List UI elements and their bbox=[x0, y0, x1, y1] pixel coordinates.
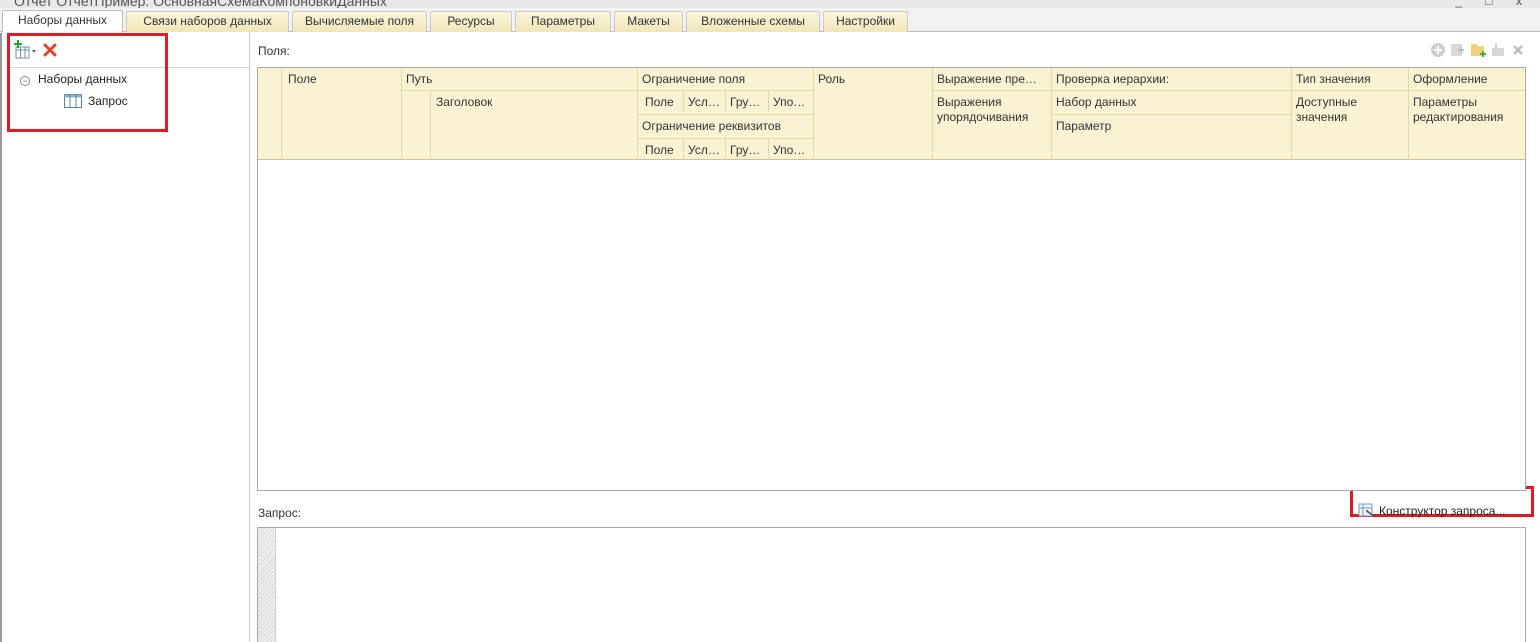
col-header-available-1[interactable]: Доступные bbox=[1293, 95, 1357, 110]
col-header-path[interactable]: Путь bbox=[403, 72, 432, 87]
tab-settings[interactable]: Настройки bbox=[823, 11, 908, 32]
restriction-sub-order[interactable]: Упо… bbox=[770, 95, 812, 110]
datasets-toolbar bbox=[14, 40, 74, 62]
add-folder-icon[interactable] bbox=[1450, 42, 1470, 62]
col-header-expression[interactable]: Выражение пре… bbox=[934, 72, 1052, 87]
delete-icon[interactable] bbox=[42, 42, 62, 62]
add-dataset-icon[interactable] bbox=[14, 40, 36, 60]
add-nested-icon[interactable] bbox=[1470, 42, 1490, 62]
datasets-panel: − Наборы данных Запрос bbox=[0, 33, 250, 642]
tab-bar: Наборы данных Связи наборов данных Вычис… bbox=[0, 8, 1540, 33]
col-header-value-type[interactable]: Тип значения bbox=[1293, 72, 1371, 87]
restriction-sub-group[interactable]: Гру… bbox=[727, 95, 767, 110]
delete-field-icon[interactable] bbox=[1510, 42, 1530, 62]
move-icon[interactable] bbox=[1490, 42, 1510, 62]
attr-restriction-sub-group[interactable]: Гру… bbox=[727, 143, 767, 158]
query-gutter bbox=[258, 528, 276, 642]
tab-nested-schemas[interactable]: Вложенные схемы bbox=[686, 11, 820, 32]
window-titlebar: Отчет ОтчетПример: ОсновнаяСхемаКомпонов… bbox=[0, 0, 1540, 8]
attr-restriction-sub-order[interactable]: Упо… bbox=[770, 143, 812, 158]
col-header-field[interactable]: Поле bbox=[285, 72, 317, 87]
col-header-parameter[interactable]: Параметр bbox=[1053, 119, 1111, 134]
query-constructor-button[interactable]: Конструктор запроса... bbox=[1358, 501, 1505, 521]
restriction-sub-condition[interactable]: Усл… bbox=[685, 95, 725, 110]
col-header-edit-params-1[interactable]: Параметры bbox=[1410, 95, 1477, 110]
table-icon bbox=[64, 94, 82, 113]
col-header-field-restriction[interactable]: Ограничение поля bbox=[639, 72, 745, 87]
col-header-attr-restriction[interactable]: Ограничение реквизитов bbox=[639, 119, 781, 134]
fields-grid-header: Поле Путь Заголовок Ограничение поля Пол… bbox=[258, 68, 1525, 160]
fields-toolbar bbox=[1430, 42, 1530, 60]
col-header-available-2: значения bbox=[1296, 110, 1348, 124]
datasets-tree: − Наборы данных Запрос bbox=[10, 67, 249, 642]
attr-restriction-sub-condition[interactable]: Усл… bbox=[685, 143, 725, 158]
window-controls[interactable]: _ □ x bbox=[1455, 0, 1532, 8]
collapse-icon[interactable]: − bbox=[20, 76, 30, 86]
col-header-order-expr-2: упорядочивания bbox=[937, 110, 1029, 124]
tab-templates[interactable]: Макеты bbox=[614, 11, 683, 32]
col-header-role[interactable]: Роль bbox=[815, 72, 845, 87]
col-header-hierarchy-check[interactable]: Проверка иерархии: bbox=[1053, 72, 1169, 87]
fields-label: Поля: bbox=[258, 44, 290, 58]
query-label: Запрос: bbox=[258, 506, 302, 520]
tab-calculated-fields[interactable]: Вычисляемые поля bbox=[292, 11, 427, 32]
restriction-sub-field[interactable]: Поле bbox=[642, 95, 682, 110]
tab-datasets[interactable]: Наборы данных bbox=[2, 10, 123, 33]
tree-item-datasets[interactable]: − Наборы данных bbox=[20, 70, 127, 88]
tree-item-query[interactable]: Запрос bbox=[64, 92, 128, 110]
col-header-edit-params-2: редактирования bbox=[1413, 110, 1504, 124]
col-header-dataset[interactable]: Набор данных bbox=[1053, 95, 1136, 110]
col-header-order-expr-1[interactable]: Выражения bbox=[934, 95, 1002, 110]
window-title: Отчет ОтчетПример: ОсновнаяСхемаКомпонов… bbox=[14, 0, 387, 8]
tree-item-label: Наборы данных bbox=[38, 72, 128, 86]
add-field-icon[interactable] bbox=[1430, 42, 1450, 62]
constructor-label: Конструктор запроса... bbox=[1379, 504, 1506, 518]
attr-restriction-sub-field[interactable]: Поле bbox=[642, 143, 682, 158]
fields-grid[interactable]: Поле Путь Заголовок Ограничение поля Пол… bbox=[257, 67, 1526, 491]
col-header-title[interactable]: Заголовок bbox=[433, 95, 492, 110]
query-text-area[interactable] bbox=[257, 527, 1526, 642]
col-header-appearance[interactable]: Оформление bbox=[1410, 72, 1487, 87]
tree-item-label: Запрос bbox=[88, 94, 128, 108]
tab-dataset-links[interactable]: Связи наборов данных bbox=[126, 11, 289, 32]
tab-resources[interactable]: Ресурсы bbox=[430, 11, 512, 32]
tab-parameters[interactable]: Параметры bbox=[515, 11, 611, 32]
query-wizard-icon bbox=[1358, 502, 1376, 524]
